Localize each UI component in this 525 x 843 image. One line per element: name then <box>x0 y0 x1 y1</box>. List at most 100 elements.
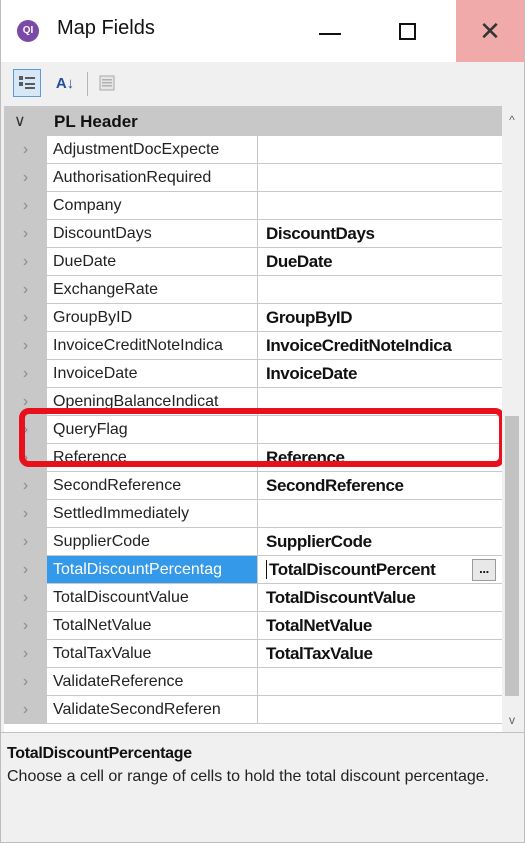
property-row[interactable]: › DueDate DueDate <box>4 248 502 276</box>
vertical-scrollbar[interactable]: ^ v <box>502 106 522 732</box>
property-row[interactable]: › TotalDiscountPercentag TotalDiscountPerc… <box>4 556 502 584</box>
expand-chevron-icon[interactable]: › <box>4 136 47 164</box>
property-name[interactable]: Reference <box>47 444 258 472</box>
property-value[interactable] <box>258 136 502 164</box>
expand-chevron-icon[interactable]: › <box>4 500 47 528</box>
property-value-input[interactable]: TotalDiscountPercent... <box>258 556 502 584</box>
property-row[interactable]: › GroupByID GroupByID <box>4 304 502 332</box>
property-row[interactable]: › Company <box>4 192 502 220</box>
category-pl-header[interactable]: ∨ PL Header <box>4 107 502 136</box>
property-grid[interactable]: ∨ PL Header › AdjustmentDocExpecte › Author… <box>4 106 502 733</box>
property-name[interactable]: Company <box>47 192 258 220</box>
scroll-up-arrow-icon[interactable]: ^ <box>502 110 522 130</box>
property-name[interactable]: TotalTaxValue <box>47 640 258 668</box>
property-name[interactable]: AdjustmentDocExpecte <box>47 136 258 164</box>
categorized-view-button[interactable] <box>13 69 41 97</box>
property-value[interactable]: TotalTaxValue <box>258 640 502 668</box>
property-value[interactable] <box>258 696 502 724</box>
expand-chevron-icon[interactable]: › <box>4 472 47 500</box>
property-value[interactable]: GroupByID <box>258 304 502 332</box>
property-value[interactable]: DiscountDays <box>258 220 502 248</box>
expand-chevron-icon[interactable]: › <box>4 528 47 556</box>
property-name[interactable]: SupplierCode <box>47 528 258 556</box>
property-name[interactable]: GroupByID <box>47 304 258 332</box>
property-name[interactable]: DueDate <box>47 248 258 276</box>
expand-chevron-icon[interactable]: › <box>4 332 47 360</box>
expand-chevron-icon[interactable]: › <box>4 612 47 640</box>
property-name[interactable]: TotalDiscountPercentag <box>47 556 258 584</box>
property-name[interactable]: InvoiceDate <box>47 360 258 388</box>
scroll-down-arrow-icon[interactable]: v <box>502 710 522 730</box>
property-value[interactable]: TotalDiscountValue <box>258 584 502 612</box>
property-value[interactable]: InvoiceDate <box>258 360 502 388</box>
expand-chevron-icon[interactable]: › <box>4 360 47 388</box>
minimize-button[interactable] <box>295 0 365 62</box>
property-row[interactable]: › OpeningBalanceIndicat <box>4 388 502 416</box>
property-row[interactable]: › AuthorisationRequired <box>4 164 502 192</box>
property-value[interactable]: DueDate <box>258 248 502 276</box>
property-pages-button[interactable] <box>93 69 121 97</box>
maximize-button[interactable] <box>372 0 442 62</box>
property-row[interactable]: › AdjustmentDocExpecte <box>4 136 502 164</box>
collapse-chevron-icon[interactable]: ∨ <box>14 111 26 131</box>
expand-chevron-icon[interactable]: › <box>4 276 47 304</box>
property-value[interactable]: TotalNetValue <box>258 612 502 640</box>
property-row[interactable]: › TotalTaxValue TotalTaxValue <box>4 640 502 668</box>
property-row[interactable]: › InvoiceCreditNoteIndica InvoiceCreditNot… <box>4 332 502 360</box>
title-bar[interactable]: QI Map Fields ✕ <box>1 0 524 62</box>
property-value[interactable]: SupplierCode <box>258 528 502 556</box>
property-row[interactable]: › QueryFlag <box>4 416 502 444</box>
property-name[interactable]: OpeningBalanceIndicat <box>47 388 258 416</box>
scrollbar-thumb[interactable] <box>505 416 519 696</box>
property-row[interactable]: › TotalDiscountValue TotalDiscountValue <box>4 584 502 612</box>
property-name[interactable]: ValidateReference <box>47 668 258 696</box>
property-value[interactable] <box>258 416 502 444</box>
property-value[interactable]: Reference <box>258 444 502 472</box>
property-row[interactable]: › ValidateReference <box>4 668 502 696</box>
alphabetical-sort-button[interactable]: A↓ <box>51 69 79 97</box>
property-row[interactable]: › DiscountDays DiscountDays <box>4 220 502 248</box>
property-name[interactable]: DiscountDays <box>47 220 258 248</box>
property-value[interactable] <box>258 276 502 304</box>
property-name[interactable]: SettledImmediately <box>47 500 258 528</box>
property-value[interactable] <box>258 500 502 528</box>
expand-chevron-icon[interactable]: › <box>4 444 47 472</box>
property-row[interactable]: › SupplierCode SupplierCode <box>4 528 502 556</box>
property-row[interactable]: › InvoiceDate InvoiceDate <box>4 360 502 388</box>
expand-chevron-icon[interactable]: › <box>4 248 47 276</box>
property-value[interactable]: InvoiceCreditNoteIndica <box>258 332 502 360</box>
property-row[interactable]: › ExchangeRate <box>4 276 502 304</box>
property-row[interactable]: › Reference Reference <box>4 444 502 472</box>
expand-chevron-icon[interactable]: › <box>4 584 47 612</box>
property-row[interactable]: › SecondReference SecondReference <box>4 472 502 500</box>
expand-chevron-icon[interactable]: › <box>4 416 47 444</box>
property-value[interactable] <box>258 164 502 192</box>
expand-chevron-icon[interactable]: › <box>4 640 47 668</box>
property-name[interactable]: ExchangeRate <box>47 276 258 304</box>
property-name[interactable]: SecondReference <box>47 472 258 500</box>
property-name[interactable]: InvoiceCreditNoteIndica <box>47 332 258 360</box>
property-row[interactable]: › TotalNetValue TotalNetValue <box>4 612 502 640</box>
expand-chevron-icon[interactable]: › <box>4 192 47 220</box>
property-value[interactable]: SecondReference <box>258 472 502 500</box>
property-row[interactable]: › SettledImmediately <box>4 500 502 528</box>
property-value[interactable] <box>258 192 502 220</box>
expand-chevron-icon[interactable]: › <box>4 220 47 248</box>
expand-chevron-icon[interactable]: › <box>4 304 47 332</box>
expand-chevron-icon[interactable]: › <box>4 164 47 192</box>
minimize-icon <box>319 33 341 35</box>
browse-ellipsis-button[interactable]: ... <box>472 559 496 581</box>
property-name[interactable]: TotalNetValue <box>47 612 258 640</box>
expand-chevron-icon[interactable]: › <box>4 668 47 696</box>
property-value[interactable] <box>258 388 502 416</box>
property-value[interactable] <box>258 668 502 696</box>
expand-chevron-icon[interactable]: › <box>4 696 47 724</box>
property-name[interactable]: QueryFlag <box>47 416 258 444</box>
property-row[interactable]: › ValidateSecondReferen <box>4 696 502 724</box>
property-name[interactable]: AuthorisationRequired <box>47 164 258 192</box>
expand-chevron-icon[interactable]: › <box>4 388 47 416</box>
close-button[interactable]: ✕ <box>456 0 524 62</box>
property-name[interactable]: ValidateSecondReferen <box>47 696 258 724</box>
property-name[interactable]: TotalDiscountValue <box>47 584 258 612</box>
expand-chevron-icon[interactable]: › <box>4 556 47 584</box>
